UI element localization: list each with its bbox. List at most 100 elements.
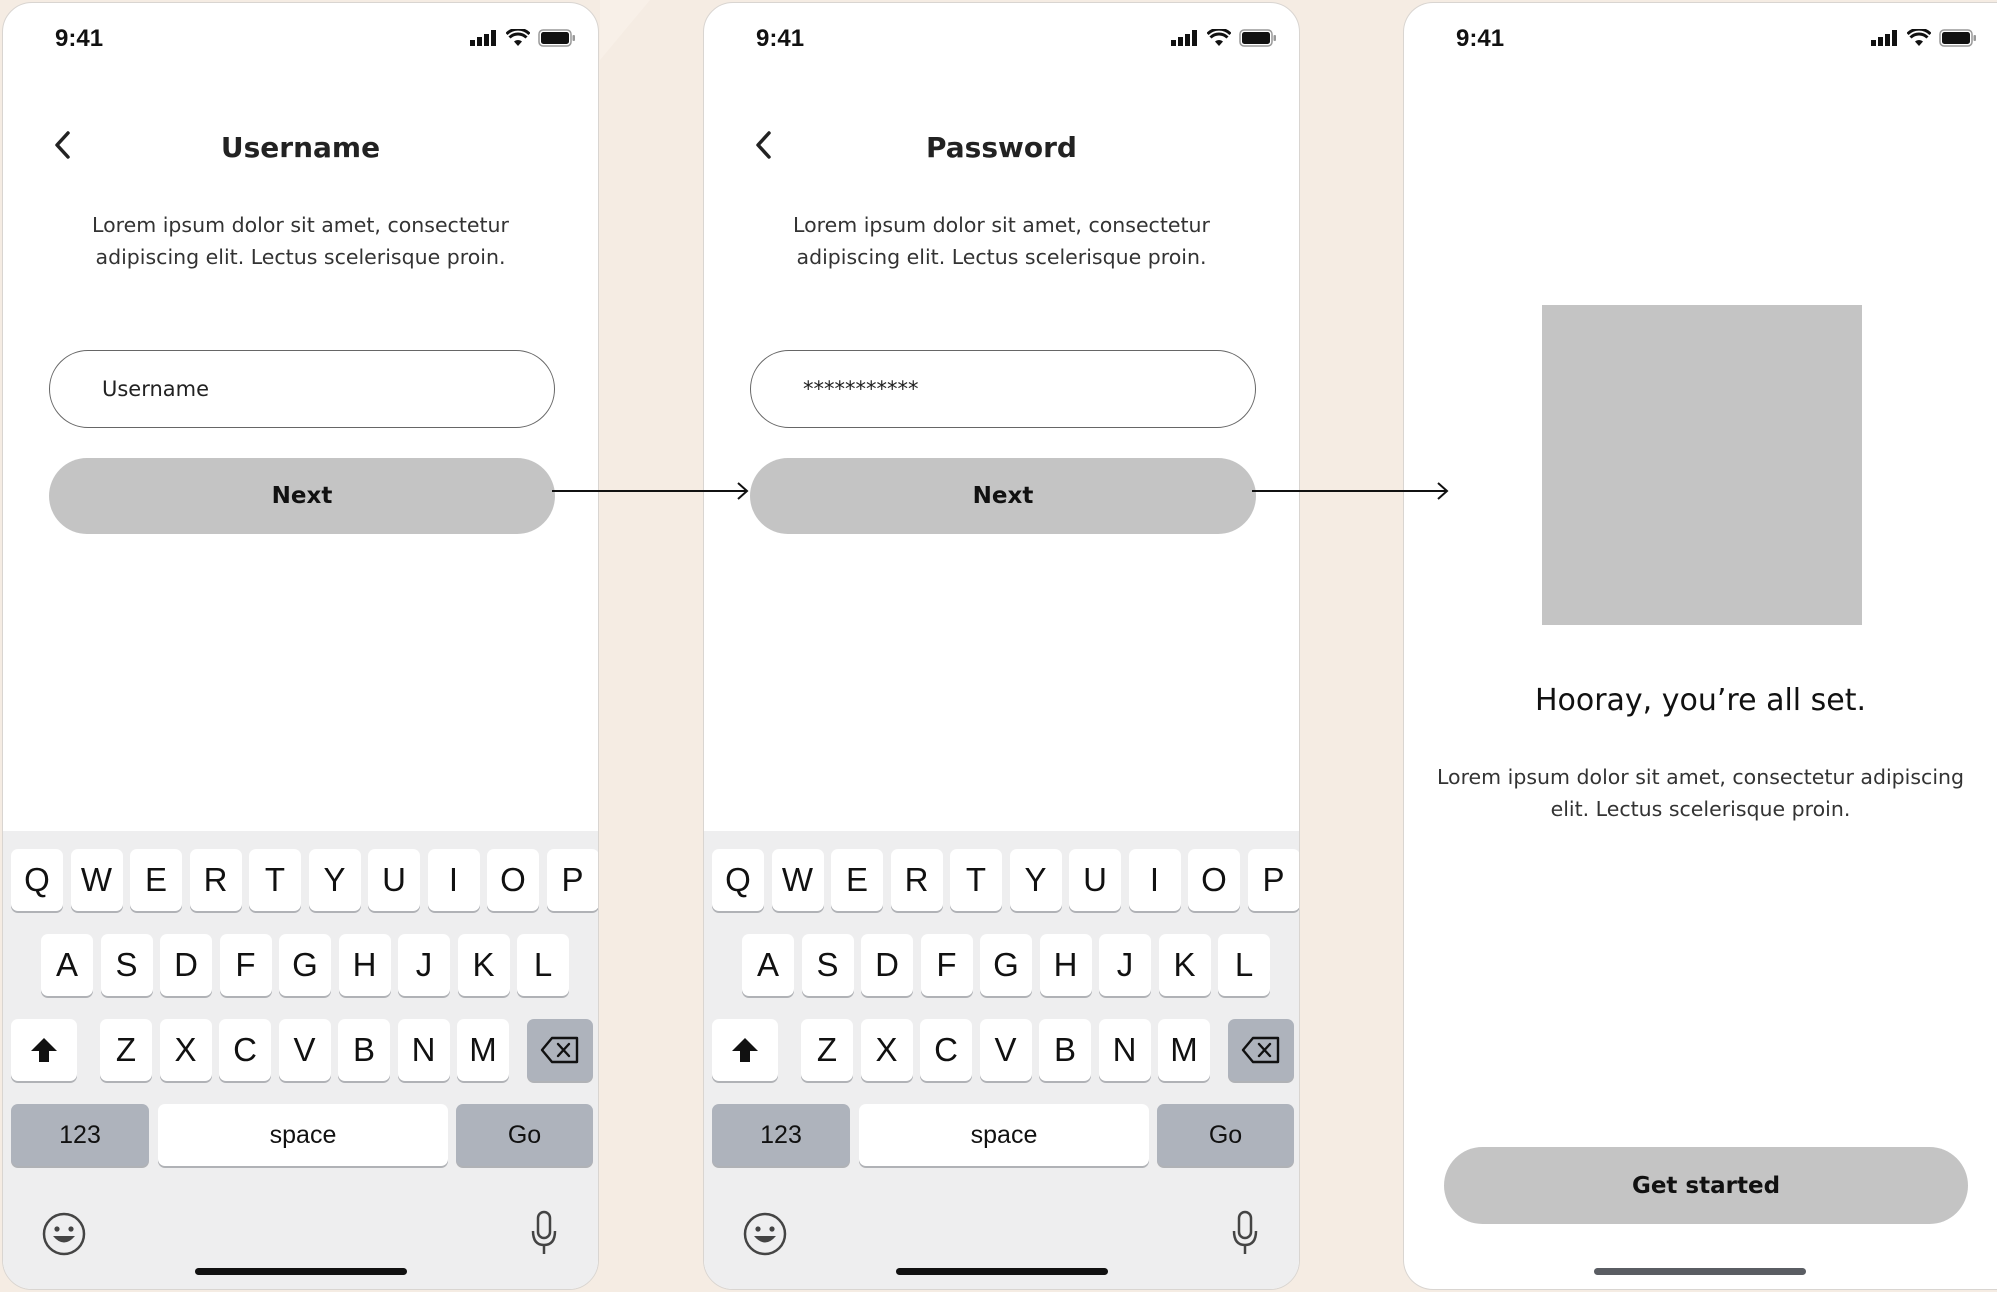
wifi-icon — [1907, 29, 1931, 46]
key-x[interactable]: X — [860, 1019, 913, 1081]
key-v[interactable]: V — [278, 1019, 331, 1081]
go-key[interactable]: Go — [456, 1104, 593, 1166]
status-bar: 9:41 — [3, 3, 598, 78]
key-h[interactable]: H — [1039, 934, 1092, 996]
shift-key[interactable] — [11, 1019, 77, 1081]
backspace-icon — [540, 1036, 579, 1064]
page-title: Password — [926, 131, 1077, 164]
key-r[interactable]: R — [890, 849, 943, 911]
key-w[interactable]: W — [771, 849, 824, 911]
key-g[interactable]: G — [279, 934, 331, 996]
home-indicator — [1594, 1268, 1806, 1275]
delete-key[interactable] — [527, 1019, 593, 1081]
key-j[interactable]: J — [1099, 934, 1151, 996]
get-started-button[interactable]: Get started — [1444, 1147, 1968, 1224]
battery-icon — [1939, 29, 1976, 47]
shift-key[interactable] — [712, 1019, 778, 1081]
key-u[interactable]: U — [368, 849, 420, 911]
go-key[interactable]: Go — [1157, 1104, 1294, 1166]
key-p[interactable]: P — [1247, 849, 1299, 911]
numbers-key[interactable]: 123 — [712, 1104, 850, 1166]
key-l[interactable]: L — [1218, 934, 1270, 996]
key-a[interactable]: A — [742, 934, 794, 996]
key-t[interactable]: T — [249, 849, 301, 911]
status-time: 9:41 — [756, 25, 805, 52]
backspace-icon — [1241, 1036, 1280, 1064]
key-d[interactable]: D — [861, 934, 913, 996]
key-i[interactable]: I — [1128, 849, 1181, 911]
key-y[interactable]: Y — [1009, 849, 1062, 911]
keyboard: Q W E R T Y U I O P A S D F G H J K L Z X C V B N M 123 space Go — [704, 831, 1299, 1289]
emoji-icon[interactable] — [41, 1211, 87, 1257]
microphone-icon[interactable] — [1230, 1209, 1260, 1257]
key-l[interactable]: L — [517, 934, 569, 996]
cellular-signal-icon — [470, 30, 496, 46]
numbers-key[interactable]: 123 — [11, 1104, 149, 1166]
key-s[interactable]: S — [801, 934, 854, 996]
key-e[interactable]: E — [130, 849, 182, 911]
status-time: 9:41 — [1456, 25, 1505, 52]
shift-icon — [31, 1038, 57, 1062]
next-button[interactable]: Next — [49, 458, 555, 534]
key-b[interactable]: B — [1039, 1019, 1091, 1081]
key-o[interactable]: O — [1188, 849, 1240, 911]
status-time: 9:41 — [55, 25, 104, 52]
flow-arrow-1 — [552, 482, 749, 500]
password-screen: 9:41 Password Lorem ipsum dolor sit amet… — [703, 2, 1300, 1290]
next-button[interactable]: Next — [750, 458, 1256, 534]
space-key[interactable]: space — [158, 1104, 448, 1166]
key-z[interactable]: Z — [801, 1019, 853, 1081]
key-s[interactable]: S — [100, 934, 153, 996]
key-g[interactable]: G — [980, 934, 1032, 996]
key-y[interactable]: Y — [308, 849, 361, 911]
key-d[interactable]: D — [160, 934, 212, 996]
key-r[interactable]: R — [189, 849, 242, 911]
home-indicator — [895, 1268, 1108, 1275]
battery-icon — [538, 29, 575, 47]
key-z[interactable]: Z — [100, 1019, 152, 1081]
key-m[interactable]: M — [1158, 1019, 1210, 1081]
key-f[interactable]: F — [920, 934, 973, 996]
page-title: Username — [220, 131, 381, 164]
username-field[interactable]: Username — [49, 350, 555, 428]
status-bar: 9:41 — [1404, 3, 1997, 78]
key-t[interactable]: T — [950, 849, 1002, 911]
key-m[interactable]: M — [457, 1019, 509, 1081]
key-q[interactable]: Q — [11, 849, 63, 911]
key-j[interactable]: J — [398, 934, 450, 996]
key-n[interactable]: N — [397, 1019, 450, 1081]
key-c[interactable]: C — [920, 1019, 972, 1081]
key-w[interactable]: W — [70, 849, 123, 911]
success-screen: 9:41 Hooray, you’re all set. Lorem ipsum… — [1403, 2, 1997, 1290]
key-n[interactable]: N — [1098, 1019, 1151, 1081]
username-screen: 9:41 Username Lorem ipsum dolor sit amet… — [2, 2, 599, 1290]
cellular-signal-icon — [1171, 30, 1197, 46]
key-k[interactable]: K — [457, 934, 510, 996]
key-f[interactable]: F — [219, 934, 272, 996]
key-b[interactable]: B — [338, 1019, 390, 1081]
key-k[interactable]: K — [1158, 934, 1211, 996]
key-v[interactable]: V — [979, 1019, 1032, 1081]
image-placeholder — [1542, 305, 1862, 625]
key-e[interactable]: E — [831, 849, 883, 911]
cellular-signal-icon — [1871, 30, 1897, 46]
flow-arrow-2 — [1252, 482, 1449, 500]
key-c[interactable]: C — [219, 1019, 271, 1081]
space-key[interactable]: space — [859, 1104, 1149, 1166]
key-x[interactable]: X — [159, 1019, 212, 1081]
home-indicator — [194, 1268, 407, 1275]
key-i[interactable]: I — [427, 849, 480, 911]
key-h[interactable]: H — [338, 934, 391, 996]
microphone-icon[interactable] — [529, 1209, 559, 1257]
description: Lorem ipsum dolor sit amet, consectetur … — [92, 213, 509, 269]
emoji-icon[interactable] — [742, 1211, 788, 1257]
wifi-icon — [506, 29, 530, 46]
wifi-icon — [1207, 29, 1231, 46]
key-p[interactable]: P — [546, 849, 598, 911]
key-a[interactable]: A — [41, 934, 93, 996]
password-field[interactable]: *********** — [750, 350, 1256, 428]
key-q[interactable]: Q — [712, 849, 764, 911]
key-u[interactable]: U — [1069, 849, 1121, 911]
key-o[interactable]: O — [487, 849, 539, 911]
delete-key[interactable] — [1228, 1019, 1294, 1081]
